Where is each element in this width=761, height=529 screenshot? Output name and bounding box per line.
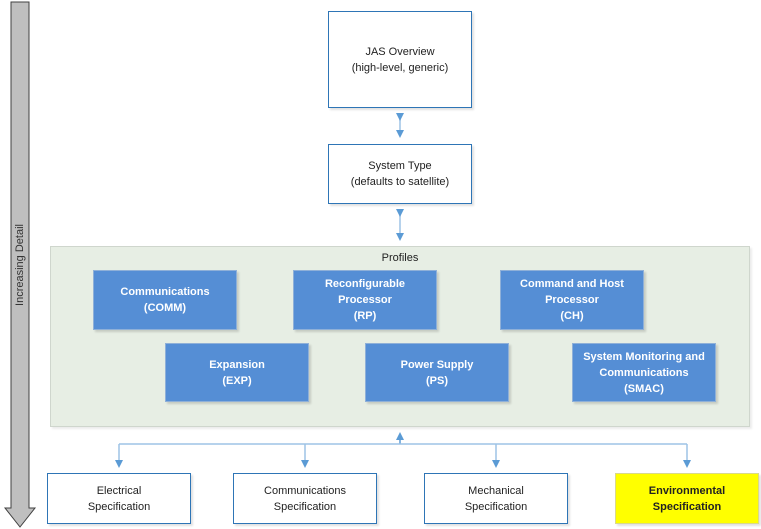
mechanical-spec-box: Mechanical Specification <box>424 473 568 524</box>
environmental-spec-label: Environmental Specification <box>648 484 726 513</box>
environmental-spec-box: Environmental Specification <box>615 473 759 524</box>
system-type-label: System Type (defaults to satellite) <box>350 160 450 188</box>
communications-spec-label: Communications Specification <box>264 484 346 513</box>
profile-ch-label: Command and Host Processor (CH) <box>520 278 624 322</box>
profile-ps-box: Power Supply (PS) <box>365 343 509 402</box>
profile-rp-box: Reconfigurable Processor (RP) <box>293 270 437 330</box>
jas-overview-box: JAS Overview (high-level, generic) <box>328 11 472 108</box>
profile-exp-box: Expansion (EXP) <box>165 343 309 402</box>
profile-smac-box: System Monitoring and Communications (SM… <box>572 343 716 402</box>
profile-rp-label: Reconfigurable Processor (RP) <box>324 278 406 322</box>
jas-overview-label: JAS Overview (high-level, generic) <box>351 45 449 74</box>
profile-comm-box: Communications (COMM) <box>93 270 237 330</box>
system-type-box: System Type (defaults to satellite) <box>328 144 472 204</box>
profile-smac-label: System Monitoring and Communications (SM… <box>583 350 705 395</box>
electrical-spec-label: Electrical Specification <box>87 484 151 513</box>
profile-comm-label: Communications (COMM) <box>120 286 210 314</box>
communications-spec-box: Communications Specification <box>233 473 377 524</box>
profile-ps-label: Power Supply (PS) <box>400 358 474 387</box>
mechanical-spec-label: Mechanical Specification <box>464 484 528 513</box>
profile-exp-label: Expansion (EXP) <box>209 358 265 387</box>
profiles-title: Profiles <box>381 252 419 264</box>
profile-ch-box: Command and Host Processor (CH) <box>500 270 644 330</box>
increasing-detail-text: Increasing Detail <box>14 224 26 306</box>
electrical-spec-box: Electrical Specification <box>47 473 191 524</box>
